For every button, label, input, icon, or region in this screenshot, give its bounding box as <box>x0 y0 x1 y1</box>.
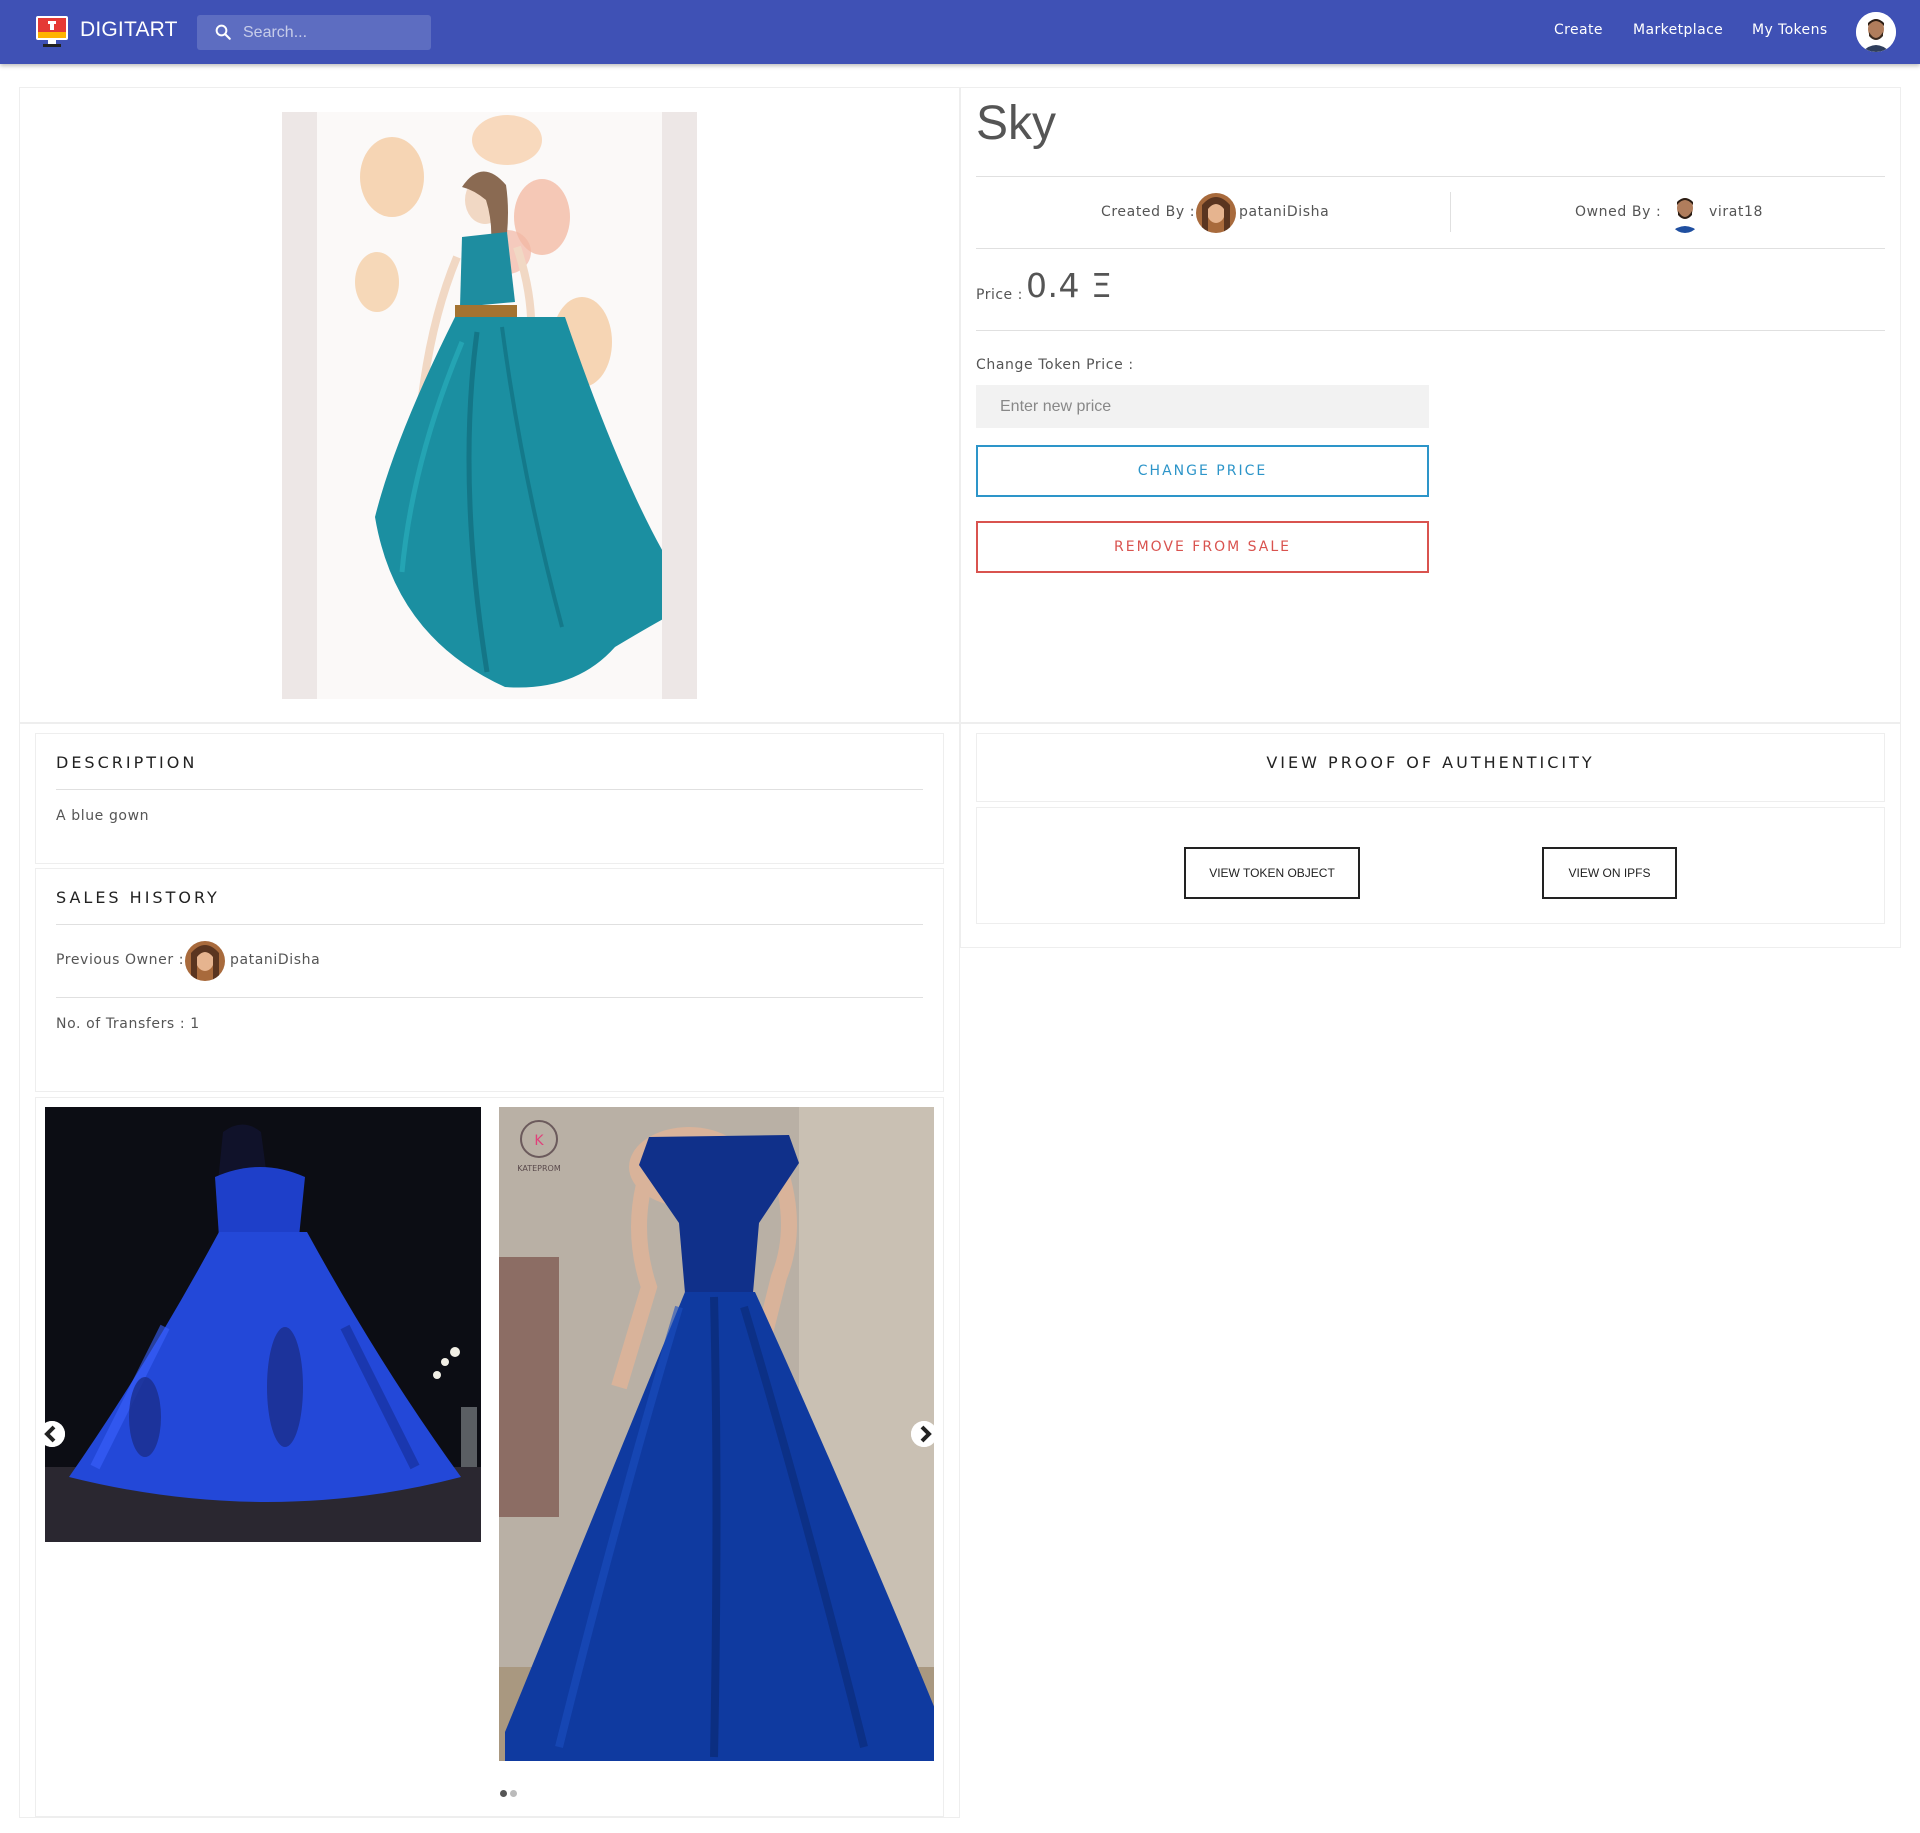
sales-history-heading: SALES HISTORY <box>56 888 220 907</box>
proof-actions-card <box>976 807 1885 924</box>
divider <box>56 789 923 790</box>
carousel-dot-active[interactable] <box>500 1790 507 1797</box>
token-title: Sky <box>976 97 1057 150</box>
owner-avatar[interactable] <box>1668 193 1702 233</box>
transfers-count: No. of Transfers : 1 <box>56 1016 200 1032</box>
previous-owner-avatar[interactable] <box>185 941 225 981</box>
search-icon <box>215 24 231 40</box>
new-price-input[interactable] <box>976 385 1429 428</box>
carousel-image[interactable] <box>45 1107 481 1542</box>
previous-owner-label: Previous Owner : <box>56 952 185 968</box>
nav-create[interactable]: Create <box>1554 22 1603 38</box>
user-avatar[interactable] <box>1856 12 1896 52</box>
app-header: DIGITART Create Marketplace My Tokens <box>0 0 1920 64</box>
view-token-object-button[interactable]: VIEW TOKEN OBJECT <box>1184 847 1360 899</box>
svg-text:K: K <box>534 1133 544 1149</box>
previous-owner-name[interactable]: pataniDisha <box>230 952 320 968</box>
carousel-dot[interactable] <box>510 1790 517 1797</box>
description-heading: DESCRIPTION <box>56 753 198 772</box>
created-by-label: Created By : <box>1101 204 1196 220</box>
brand-name[interactable]: DIGITART <box>80 18 178 42</box>
search-box <box>197 15 431 50</box>
digitart-logo-icon[interactable] <box>35 14 69 48</box>
divider <box>976 330 1885 331</box>
chevron-right-icon <box>911 1421 937 1447</box>
nav-marketplace[interactable]: Marketplace <box>1633 22 1723 38</box>
divider <box>1450 192 1451 232</box>
owned-by-label: Owned By : <box>1575 204 1662 220</box>
description-text: A blue gown <box>56 808 150 824</box>
search-input[interactable] <box>243 15 423 50</box>
carousel-prev-button[interactable] <box>39 1421 65 1447</box>
watermark-text: KATEPROM <box>517 1164 561 1173</box>
change-price-button[interactable]: CHANGE PRICE <box>976 445 1429 497</box>
change-price-label: Change Token Price : <box>976 357 1134 373</box>
chevron-left-icon <box>39 1421 65 1447</box>
creator-avatar[interactable] <box>1196 193 1236 233</box>
divider <box>976 248 1885 249</box>
owner-name[interactable]: virat18 <box>1709 204 1763 220</box>
creator-name[interactable]: pataniDisha <box>1239 204 1329 220</box>
price-label: Price : <box>976 287 1023 303</box>
carousel-next-button[interactable] <box>911 1421 937 1447</box>
nav-my-tokens[interactable]: My Tokens <box>1752 22 1828 38</box>
remove-from-sale-button[interactable]: REMOVE FROM SALE <box>976 521 1429 573</box>
divider <box>56 924 923 925</box>
view-on-ipfs-button[interactable]: VIEW ON IPFS <box>1542 847 1677 899</box>
carousel-image[interactable]: K KATEPROM <box>499 1107 934 1761</box>
proof-heading: VIEW PROOF OF AUTHENTICITY <box>1266 753 1595 772</box>
divider <box>976 176 1885 177</box>
divider <box>56 997 923 998</box>
price-value: 0.4 Ξ <box>1026 266 1113 305</box>
artwork-image <box>282 112 697 699</box>
